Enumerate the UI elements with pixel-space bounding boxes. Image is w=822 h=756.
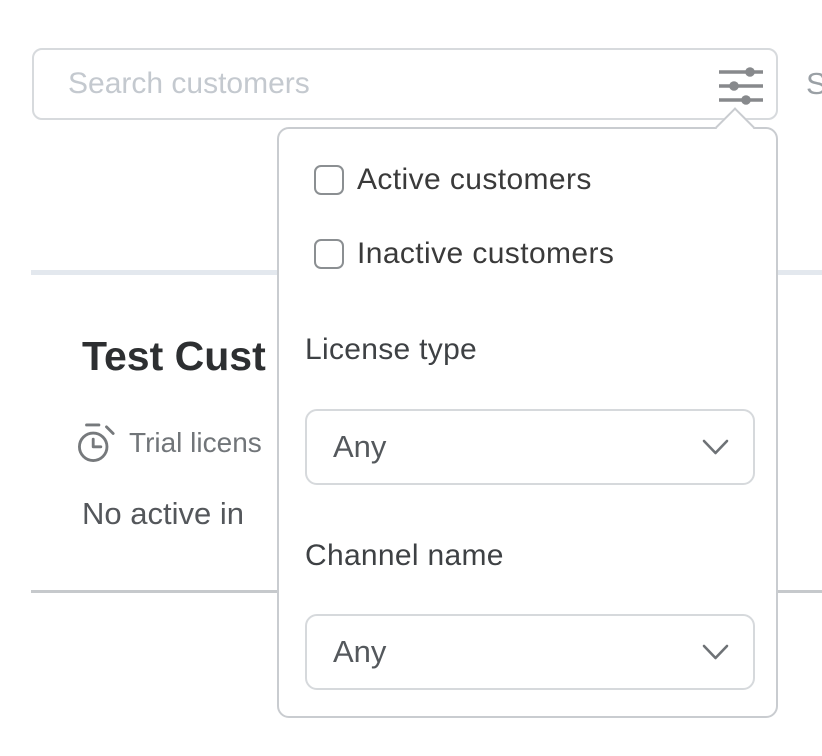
active-customers-checkbox[interactable] xyxy=(314,165,344,195)
stopwatch-icon xyxy=(78,421,116,465)
filter-popup: Active customers Inactive customers Lice… xyxy=(277,127,778,718)
filter-button[interactable] xyxy=(709,54,773,118)
clipped-right-text[interactable]: S xyxy=(806,66,822,102)
sliders-icon xyxy=(718,66,764,106)
chevron-down-icon xyxy=(702,644,729,666)
channel-name-value: Any xyxy=(333,634,386,670)
installation-status-text: No active in xyxy=(82,496,244,532)
license-type-label: License type xyxy=(305,333,477,367)
customer-name-title: Test Cust xyxy=(82,333,266,380)
search-input[interactable] xyxy=(34,50,776,118)
channel-name-label: Channel name xyxy=(305,539,504,573)
search-bar xyxy=(32,48,778,120)
chevron-down-icon xyxy=(702,439,729,461)
customers-page: Test Cust Trial licens No active in xyxy=(0,0,822,756)
license-type-text: Trial licens xyxy=(129,427,262,459)
channel-name-select[interactable]: Any xyxy=(305,614,755,690)
inactive-customers-checkbox[interactable] xyxy=(314,239,344,269)
active-customers-option[interactable]: Active customers xyxy=(314,163,592,197)
checkbox-label: Inactive customers xyxy=(357,237,614,271)
checkbox-label: Active customers xyxy=(357,163,592,197)
license-type-select[interactable]: Any xyxy=(305,409,755,485)
license-type-value: Any xyxy=(333,429,386,465)
inactive-customers-option[interactable]: Inactive customers xyxy=(314,237,614,271)
license-info-row: Trial licens xyxy=(78,420,262,466)
